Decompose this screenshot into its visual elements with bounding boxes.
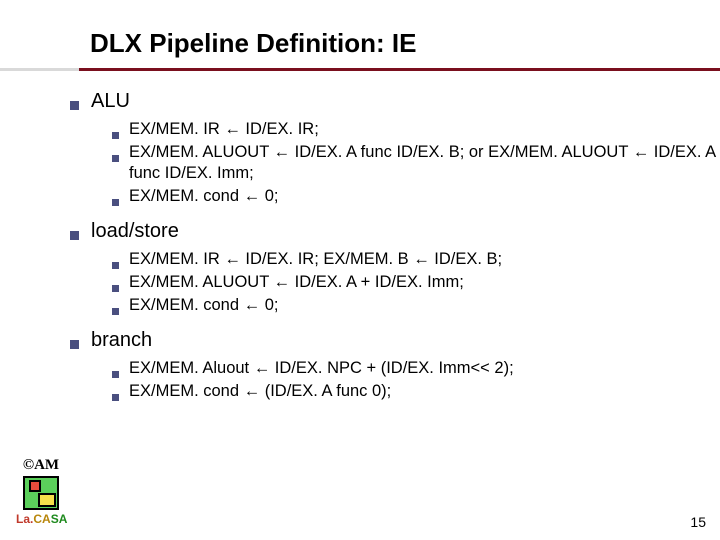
logo-ca: CA	[33, 512, 50, 526]
item-text: EX/MEM. ALUOUT ← ID/EX. A + ID/EX. Imm;	[129, 272, 464, 293]
heading-text: branch	[91, 328, 152, 354]
logo-icon	[23, 476, 59, 510]
item-text: EX/MEM. cond ← 0;	[129, 186, 278, 207]
copyright-text: ©AM	[16, 457, 66, 474]
list-item: EX/MEM. cond ← 0;	[112, 186, 720, 207]
item-text: EX/MEM. ALUOUT ← ID/EX. A func ID/EX. B;…	[129, 142, 720, 184]
section-heading-branch: branch	[70, 328, 720, 354]
list-item: EX/MEM. ALUOUT ← ID/EX. A func ID/EX. B;…	[112, 142, 720, 184]
list-item: EX/MEM. IR ← ID/EX. IR;	[112, 119, 720, 140]
bullet-icon	[70, 101, 79, 110]
bullet-icon	[112, 199, 119, 206]
list-item: EX/MEM. ALUOUT ← ID/EX. A + ID/EX. Imm;	[112, 272, 720, 293]
list-item: EX/MEM. IR ← ID/EX. IR; EX/MEM. B ← ID/E…	[112, 249, 720, 270]
list-item: EX/MEM. Aluout ← ID/EX. NPC + (ID/EX. Im…	[112, 358, 720, 379]
logo-label: La.CASA	[16, 512, 66, 526]
list-item: EX/MEM. cond ← 0;	[112, 295, 720, 316]
bullet-icon	[112, 394, 119, 401]
section-heading-loadstore: load/store	[70, 219, 720, 245]
bullet-icon	[70, 231, 79, 240]
bullet-icon	[112, 262, 119, 269]
bullet-icon	[70, 340, 79, 349]
item-text: EX/MEM. IR ← ID/EX. IR;	[129, 119, 319, 140]
bullet-icon	[112, 132, 119, 139]
item-text: EX/MEM. Aluout ← ID/EX. NPC + (ID/EX. Im…	[129, 358, 514, 379]
item-text: EX/MEM. cond ← 0;	[129, 295, 278, 316]
item-text: EX/MEM. cond ← (ID/EX. A func 0);	[129, 381, 391, 402]
bullet-icon	[112, 285, 119, 292]
slide-title: DLX Pipeline Definition: IE	[90, 28, 720, 59]
bullet-icon	[112, 155, 119, 162]
item-text: EX/MEM. IR ← ID/EX. IR; EX/MEM. B ← ID/E…	[129, 249, 502, 270]
heading-text: load/store	[91, 219, 179, 245]
slide-content: ALU EX/MEM. IR ← ID/EX. IR; EX/MEM. ALUO…	[70, 89, 720, 402]
slide: DLX Pipeline Definition: IE ALU EX/MEM. …	[0, 0, 720, 540]
footer-logo: ©AM La.CASA	[16, 457, 66, 526]
logo-sa: SA	[51, 512, 68, 526]
list-item: EX/MEM. cond ← (ID/EX. A func 0);	[112, 381, 720, 402]
bullet-icon	[112, 308, 119, 315]
page-number: 15	[690, 514, 706, 530]
heading-text: ALU	[91, 89, 130, 115]
section-heading-alu: ALU	[70, 89, 720, 115]
logo-la: La.	[16, 512, 33, 526]
bullet-icon	[112, 371, 119, 378]
title-underline	[0, 68, 720, 71]
